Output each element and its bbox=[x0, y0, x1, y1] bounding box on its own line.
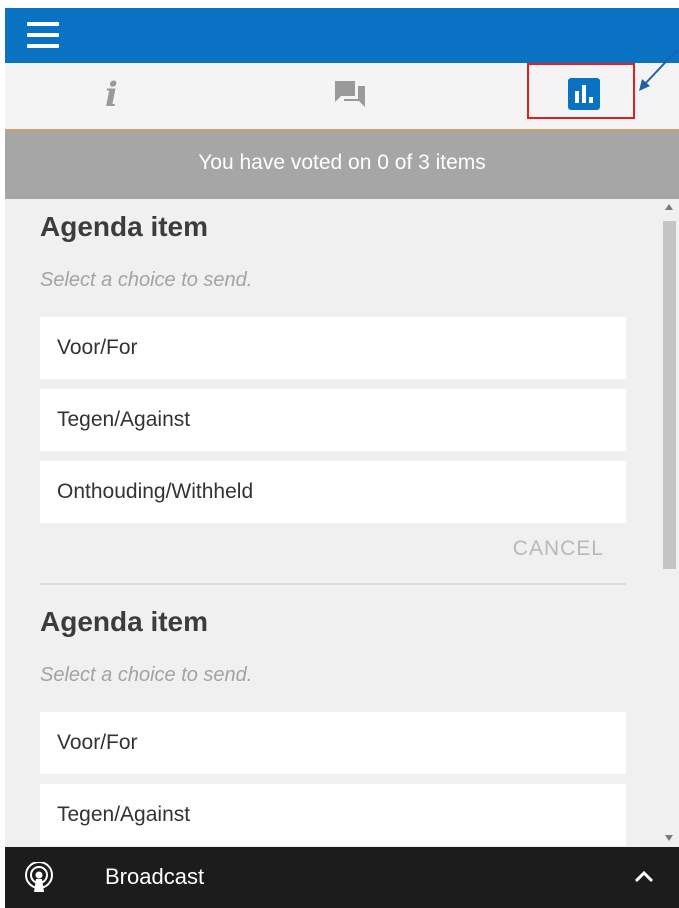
cancel-button[interactable]: CANCEL bbox=[513, 537, 604, 561]
chat-icon bbox=[335, 81, 365, 107]
agenda-item-title: Agenda item bbox=[40, 211, 209, 242]
hamburger-menu-icon[interactable] bbox=[27, 22, 59, 48]
choice-for-button[interactable]: Voor/For bbox=[40, 712, 626, 774]
scroll-up-arrow-icon[interactable] bbox=[665, 204, 673, 210]
tab-info[interactable]: i bbox=[5, 63, 229, 129]
choice-against-button[interactable]: Tegen/Against bbox=[40, 389, 626, 451]
broadcast-label: Broadcast bbox=[105, 864, 205, 889]
chevron-up-icon[interactable] bbox=[633, 868, 655, 884]
annotation-highlight-box bbox=[527, 63, 635, 119]
section-divider bbox=[40, 583, 626, 585]
annotation-arrow bbox=[639, 49, 678, 91]
content-scrollbar[interactable] bbox=[661, 199, 679, 847]
broadcast-bar[interactable]: Broadcast bbox=[5, 847, 679, 908]
scroll-down-arrow-icon[interactable] bbox=[665, 835, 673, 841]
broadcast-icon bbox=[25, 862, 53, 892]
choice-for-button[interactable]: Voor/For bbox=[40, 317, 626, 379]
app-frame: i You have voted on 0 of 3 items Agenda … bbox=[5, 8, 679, 908]
tab-chat[interactable] bbox=[229, 63, 453, 129]
agenda-item-section: Agenda item Select a choice to send. Voo… bbox=[40, 606, 626, 847]
agenda-item-title: Agenda item bbox=[40, 606, 209, 637]
vote-status-bar: You have voted on 0 of 3 items bbox=[5, 131, 679, 199]
choice-withheld-button[interactable]: Onthouding/Withheld bbox=[40, 461, 626, 523]
choice-against-button[interactable]: Tegen/Against bbox=[40, 784, 626, 846]
agenda-list: Agenda item Select a choice to send. Voo… bbox=[5, 199, 661, 847]
info-icon: i bbox=[105, 75, 118, 115]
agenda-item-hint: Select a choice to send. bbox=[40, 269, 253, 291]
agenda-item-section: Agenda item Select a choice to send. Voo… bbox=[40, 211, 626, 591]
vote-status-text: You have voted on 0 of 3 items bbox=[198, 151, 486, 174]
agenda-item-hint: Select a choice to send. bbox=[40, 664, 253, 686]
scrollbar-thumb[interactable] bbox=[663, 221, 676, 569]
top-bar bbox=[5, 8, 679, 63]
